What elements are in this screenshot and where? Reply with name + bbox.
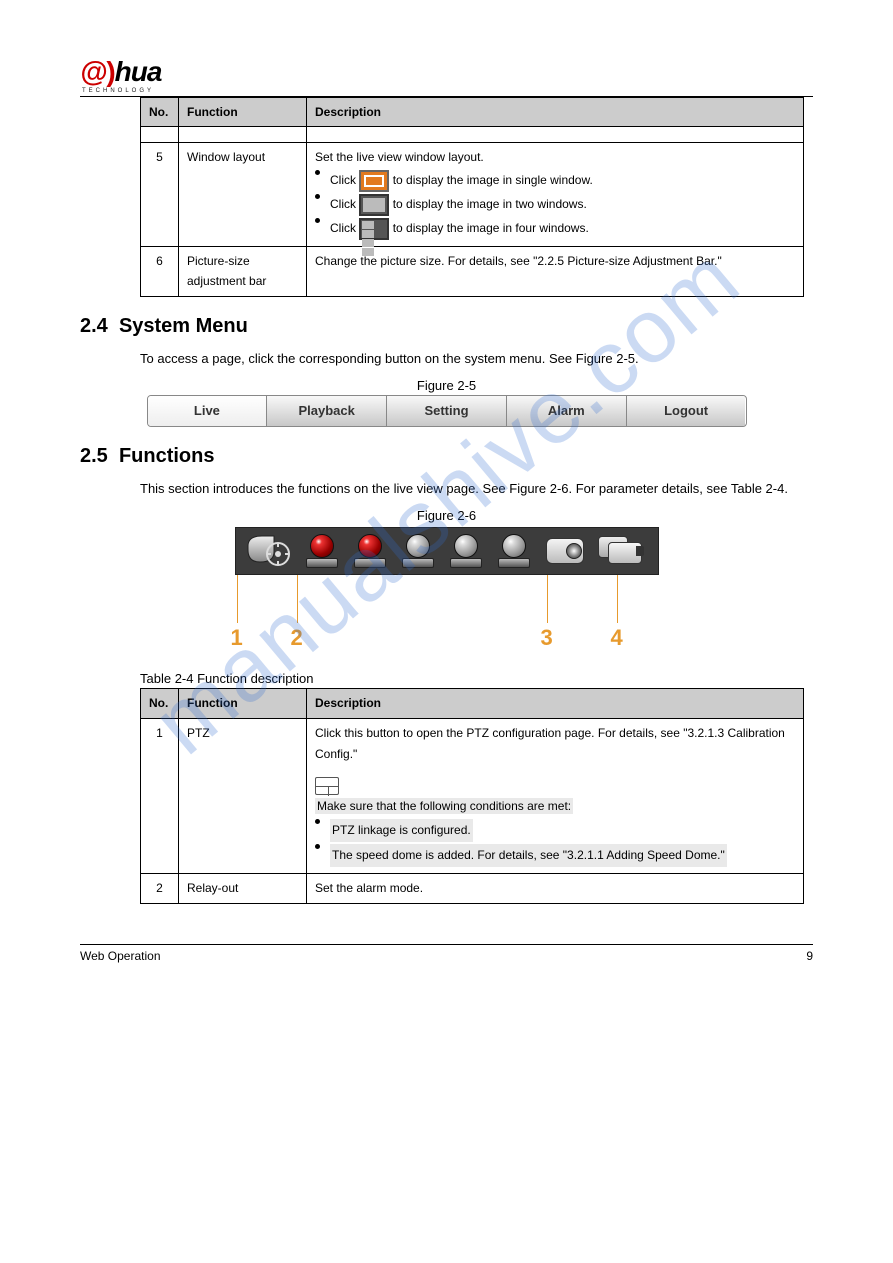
table-row: 6 Picture-size adjustment bar Change the… (141, 246, 804, 296)
four-window-icon (359, 218, 389, 240)
record-icon[interactable] (594, 532, 650, 570)
table-2-3: No. Function Description 5 Window layout… (140, 97, 804, 297)
paragraph: To access a page, click the correspondin… (140, 348, 813, 370)
heading-2-4: 2.4 System Menu (80, 315, 813, 338)
table-row (141, 127, 804, 143)
table-2-4-label: Table 2-4 Function description (140, 671, 813, 686)
functions-toolbar (235, 527, 659, 575)
alarm-lamp-gray-icon[interactable] (492, 532, 536, 570)
figure-2-6-callouts: 1 2 3 4 (207, 575, 687, 665)
th-desc: Description (307, 98, 804, 127)
table-row: 2 Relay-out Set the alarm mode. (141, 873, 804, 903)
table-row: 5 Window layout Set the live view window… (141, 143, 804, 246)
note-icon (315, 777, 339, 795)
single-window-icon (359, 170, 389, 192)
brand-logo: @)hua TECHNOLOGY (80, 56, 813, 94)
paragraph: This section introduces the functions on… (140, 478, 813, 500)
alarm-lamp-gray-icon[interactable] (444, 532, 488, 570)
alarm-lamp-red-icon[interactable] (348, 532, 392, 570)
tab-setting[interactable]: Setting (387, 396, 507, 426)
table-2-4: No. Function Description 1 PTZ Click thi… (140, 688, 804, 904)
tab-live[interactable]: Live (148, 396, 268, 426)
tab-alarm[interactable]: Alarm (507, 396, 627, 426)
th-func: Function (179, 98, 307, 127)
heading-2-5: 2.5 Functions (80, 445, 813, 468)
th-no: No. (141, 98, 179, 127)
tab-playback[interactable]: Playback (267, 396, 387, 426)
alarm-lamp-gray-icon[interactable] (396, 532, 440, 570)
two-window-icon (359, 194, 389, 216)
snapshot-icon[interactable] (540, 532, 590, 570)
table-row: 1 PTZ Click this button to open the PTZ … (141, 718, 804, 873)
ptz-icon[interactable] (244, 532, 296, 570)
alarm-lamp-red-icon[interactable] (300, 532, 344, 570)
figure-2-5-label: Figure 2-5 (80, 378, 813, 393)
figure-2-6-label: Figure 2-6 (80, 508, 813, 523)
system-menu: Live Playback Setting Alarm Logout (147, 395, 747, 427)
tab-logout[interactable]: Logout (627, 396, 746, 426)
page-footer: Web Operation 9 (80, 944, 813, 963)
